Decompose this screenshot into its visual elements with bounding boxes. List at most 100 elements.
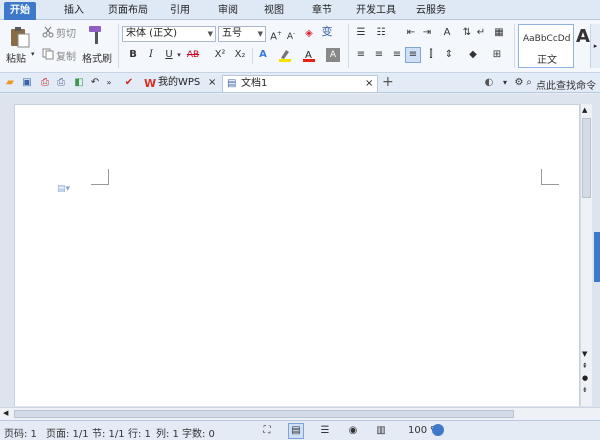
- paragraph-layout-icon[interactable]: ▤▾: [57, 184, 73, 196]
- paste-button[interactable]: 粘贴: [6, 50, 26, 65]
- scroll-up-icon[interactable]: ▲: [582, 106, 587, 114]
- ribbon-divider: [252, 48, 253, 64]
- word-count-status[interactable]: 字数: 0: [182, 425, 215, 440]
- bold-button[interactable]: B: [126, 48, 140, 62]
- cut-icon[interactable]: [42, 26, 54, 38]
- tab-developer[interactable]: 开发工具: [350, 2, 402, 20]
- style-name-label: 正文: [537, 55, 557, 66]
- print-preview-icon[interactable]: ◧: [72, 76, 86, 90]
- next-page-icon[interactable]: ⇟: [582, 386, 588, 394]
- close-icon[interactable]: ×: [365, 76, 373, 92]
- ribbon-divider: [118, 24, 119, 68]
- clear-format-icon[interactable]: ◈: [302, 27, 316, 41]
- browse-object-icon[interactable]: ●: [582, 374, 588, 382]
- superscript-button[interactable]: X²: [212, 48, 228, 62]
- format-painter-icon[interactable]: [86, 24, 106, 46]
- paste-dropdown-icon[interactable]: ▾: [31, 50, 35, 58]
- scroll-thumb[interactable]: [14, 410, 514, 418]
- tab-section[interactable]: 章节: [306, 2, 338, 20]
- previous-page-icon[interactable]: ⇞: [582, 362, 588, 370]
- numbered-list-icon[interactable]: ☷: [374, 26, 388, 40]
- document-page[interactable]: ▤▾: [14, 104, 580, 406]
- web-view-icon[interactable]: ◉: [346, 424, 360, 438]
- distribute-icon[interactable]: ⫿: [424, 48, 438, 62]
- sort-icon[interactable]: ⇅: [460, 26, 474, 40]
- show-marks-icon[interactable]: ↵: [474, 26, 488, 40]
- decrease-indent-icon[interactable]: ⇤: [404, 26, 418, 40]
- tab-view[interactable]: 视图: [258, 2, 290, 20]
- tab-page-layout[interactable]: 页面布局: [102, 2, 154, 20]
- paste-icon[interactable]: [8, 26, 32, 48]
- font-name-select[interactable]: 宋体 (正文) ▼: [122, 26, 216, 42]
- highlight-icon[interactable]: [278, 48, 292, 62]
- text-effect-icon[interactable]: A: [256, 48, 270, 62]
- font-color-icon[interactable]: A: [302, 48, 316, 62]
- align-center-icon[interactable]: ≡: [372, 48, 386, 62]
- save-icon[interactable]: ▣: [20, 76, 34, 90]
- shrink-font-icon[interactable]: A-: [284, 27, 298, 42]
- skin-icon[interactable]: ◐: [482, 76, 496, 90]
- font-size-select[interactable]: 五号 ▼: [218, 26, 266, 42]
- pages-status[interactable]: 页面: 1/1: [46, 425, 89, 440]
- grow-font-icon[interactable]: A+: [269, 27, 283, 42]
- close-icon[interactable]: ×: [208, 75, 216, 91]
- style-preview-text: AaBbCcDd: [523, 34, 571, 44]
- tab-references[interactable]: 引用: [164, 2, 196, 20]
- copy-icon[interactable]: [42, 48, 54, 60]
- more-commands-icon[interactable]: »: [102, 76, 116, 90]
- tab-review[interactable]: 审阅: [212, 2, 244, 20]
- side-panel-handle[interactable]: [594, 232, 600, 282]
- shading-icon[interactable]: ◆: [466, 48, 480, 62]
- scroll-thumb[interactable]: [582, 118, 591, 198]
- open-folder-icon[interactable]: ▰: [3, 76, 17, 90]
- copy-button[interactable]: 复制: [56, 48, 76, 63]
- phonetic-guide-button[interactable]: 变: [320, 25, 334, 39]
- margin-corner-mark: [91, 169, 109, 185]
- outline-view-icon[interactable]: ☰: [318, 424, 332, 438]
- line-spacing-icon[interactable]: ⇕: [442, 48, 456, 62]
- scroll-left-icon[interactable]: ◀: [3, 409, 8, 417]
- export-pdf-icon[interactable]: ⎙: [38, 76, 52, 90]
- status-bar: 页码: 1 页面: 1/1 节: 1/1 行: 1 列: 1 字数: 0 ⛶ ▤…: [0, 420, 600, 440]
- tab-document1[interactable]: ▤ 文档1 ×: [222, 75, 378, 92]
- wps-logo-icon: W: [144, 77, 157, 90]
- bullet-list-icon[interactable]: ☰: [354, 26, 368, 40]
- full-screen-icon[interactable]: ⛶: [260, 424, 274, 438]
- align-left-icon[interactable]: ≡: [354, 48, 368, 62]
- undo-icon[interactable]: ↶: [88, 76, 102, 90]
- font-name-value: 宋体 (正文): [126, 28, 177, 39]
- scroll-down-icon[interactable]: ▼: [582, 350, 587, 358]
- style-heading-preview[interactable]: A: [576, 26, 590, 47]
- style-scroll-icon[interactable]: ▸: [590, 24, 600, 68]
- style-normal[interactable]: AaBbCcDd 正文: [518, 24, 574, 68]
- tab-label: 我的WPS: [158, 77, 201, 88]
- format-painter-button[interactable]: 格式刷: [82, 50, 112, 65]
- strikethrough-button[interactable]: AB: [184, 48, 202, 62]
- align-right-icon[interactable]: ≡: [390, 48, 404, 62]
- increase-indent-icon[interactable]: ⇥: [420, 26, 434, 40]
- new-tab-button[interactable]: +: [382, 74, 394, 90]
- horizontal-scrollbar[interactable]: ◀: [0, 407, 600, 420]
- cut-button[interactable]: 剪切: [56, 25, 76, 40]
- chevron-down-icon[interactable]: ▾: [498, 76, 512, 90]
- tab-home[interactable]: 开始: [4, 2, 36, 20]
- tab-my-wps[interactable]: W 我的WPS ×: [140, 75, 222, 92]
- print-icon[interactable]: ⎙: [54, 76, 68, 90]
- chevron-down-icon: ▼: [257, 30, 263, 38]
- pin-icon[interactable]: ✔: [122, 76, 136, 90]
- tab-cloud[interactable]: 云服务: [410, 2, 452, 20]
- page-code-status[interactable]: 页码: 1: [4, 425, 37, 440]
- chinese-layout-icon[interactable]: A: [440, 26, 454, 40]
- char-shading-icon[interactable]: A: [326, 48, 340, 62]
- reading-mode-icon[interactable]: ▥: [374, 424, 388, 438]
- vertical-scrollbar[interactable]: ▲ ▼ ⇞ ● ⇟: [580, 104, 592, 406]
- tab-insert[interactable]: 插入: [58, 2, 90, 20]
- command-search-input[interactable]: 点此查找命令: [536, 77, 596, 92]
- subscript-button[interactable]: X₂: [232, 48, 248, 62]
- table-icon[interactable]: ▦: [492, 26, 506, 40]
- page-view-icon[interactable]: ▤: [288, 423, 304, 439]
- justify-icon[interactable]: ≡: [405, 47, 421, 63]
- zoom-out-icon[interactable]: [432, 424, 444, 436]
- italic-button[interactable]: I: [144, 48, 158, 62]
- border-icon[interactable]: ⊞: [490, 48, 504, 62]
